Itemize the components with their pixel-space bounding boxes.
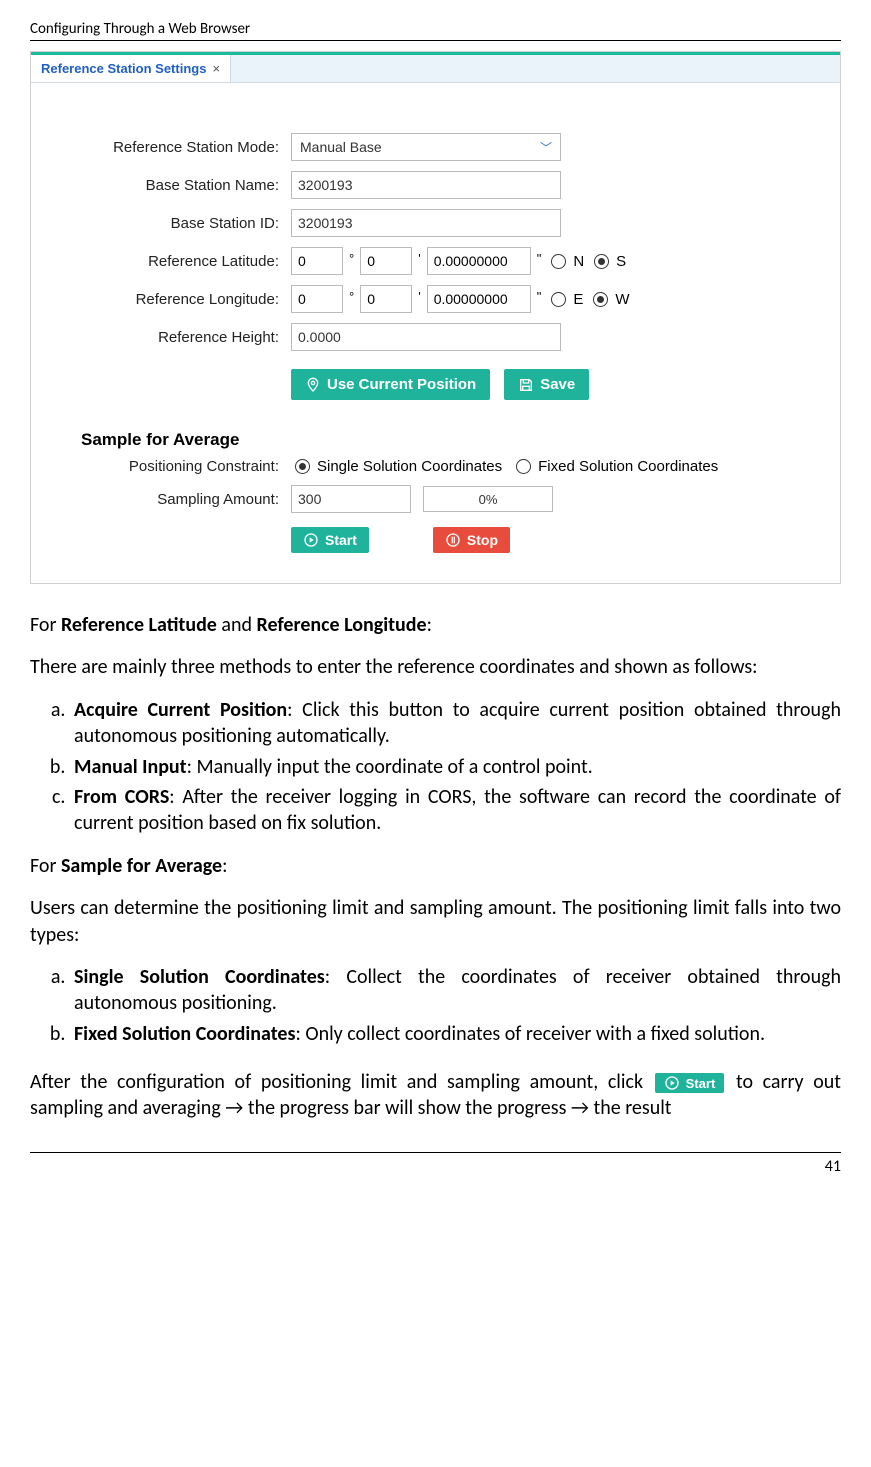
radio-n[interactable]: [551, 254, 566, 269]
lat-group: ° ' " N S: [291, 247, 628, 275]
page-header: Configuring Through a Web Browser: [30, 20, 841, 41]
input-id[interactable]: [291, 209, 561, 237]
lat-deg[interactable]: [291, 247, 343, 275]
label-fixed: Fixed Solution Coordinates: [538, 458, 718, 475]
save-button[interactable]: Save: [504, 369, 589, 400]
input-amount[interactable]: [291, 485, 411, 513]
tab-reference-station[interactable]: Reference Station Settings ×: [31, 55, 231, 82]
chevron-down-icon: ﹀: [540, 139, 552, 156]
radio-w[interactable]: [593, 292, 608, 307]
para-limit-types: Users can determine the positioning limi…: [30, 895, 841, 948]
label-id: Base Station ID:: [81, 215, 291, 232]
label-constraint: Positioning Constraint:: [81, 458, 291, 475]
close-icon[interactable]: ×: [212, 61, 220, 76]
list-item: From CORS: After the receiver logging in…: [70, 784, 841, 837]
lat-min[interactable]: [360, 247, 412, 275]
para-ref-latlon: For Reference Latitude and Reference Lon…: [30, 612, 841, 638]
stop-icon: [445, 532, 461, 548]
label-amount: Sampling Amount:: [81, 491, 291, 508]
deg-symbol: °: [349, 251, 354, 266]
lat-sec[interactable]: [427, 247, 531, 275]
radio-single[interactable]: [295, 459, 310, 474]
start-button[interactable]: Start: [291, 527, 369, 553]
btn-label: Start: [325, 532, 357, 548]
list-item: Fixed Solution Coordinates: Only collect…: [70, 1021, 841, 1047]
list-item: Single Solution Coordinates: Collect the…: [70, 964, 841, 1017]
para-after-config: After the configuration of positioning l…: [30, 1069, 841, 1122]
sec-symbol: ": [537, 251, 542, 266]
label-name: Base Station Name:: [81, 177, 291, 194]
button-row-1: Use Current Position Save: [291, 369, 810, 400]
constraint-group: Single Solution Coordinates Fixed Soluti…: [291, 458, 720, 475]
tab-label: Reference Station Settings: [41, 61, 206, 76]
label-height: Reference Height:: [81, 329, 291, 346]
para-three-methods: There are mainly three methods to enter …: [30, 654, 841, 680]
types-list: Single Solution Coordinates: Collect the…: [70, 964, 841, 1047]
para-sample-avg: For Sample for Average:: [30, 853, 841, 879]
save-icon: [518, 377, 534, 393]
btn-label: Save: [540, 376, 575, 393]
stop-button[interactable]: Stop: [433, 527, 510, 553]
input-height[interactable]: [291, 323, 561, 351]
label-s: S: [616, 253, 626, 270]
config-screenshot: Reference Station Settings × Reference S…: [30, 51, 841, 584]
progress-bar: 0%: [423, 486, 553, 512]
input-name[interactable]: [291, 171, 561, 199]
form-area: Reference Station Mode: Manual Base ﹀ Ba…: [31, 83, 840, 583]
use-current-position-button[interactable]: Use Current Position: [291, 369, 490, 400]
radio-fixed[interactable]: [516, 459, 531, 474]
lon-deg[interactable]: [291, 285, 343, 313]
button-row-2: Start Stop: [291, 527, 810, 553]
methods-list: Acquire Current Position: Click this but…: [70, 697, 841, 837]
label-lon: Reference Longitude:: [81, 291, 291, 308]
label-n: N: [573, 253, 584, 270]
min-symbol: ': [418, 289, 420, 304]
radio-s[interactable]: [594, 254, 609, 269]
label-e: E: [573, 291, 583, 308]
sample-heading: Sample for Average: [81, 430, 810, 450]
inline-start-button[interactable]: Start: [655, 1073, 725, 1093]
lon-sec[interactable]: [427, 285, 531, 313]
list-item: Acquire Current Position: Click this but…: [70, 697, 841, 750]
play-icon: [664, 1075, 680, 1091]
list-item: Manual Input: Manually input the coordin…: [70, 754, 841, 780]
select-mode[interactable]: Manual Base ﹀: [291, 133, 561, 161]
sec-symbol: ": [537, 289, 542, 304]
radio-e[interactable]: [551, 292, 566, 307]
label-lat: Reference Latitude:: [81, 253, 291, 270]
page-number: 41: [30, 1152, 841, 1176]
label-w: W: [615, 291, 629, 308]
deg-symbol: °: [349, 289, 354, 304]
label-single: Single Solution Coordinates: [317, 458, 502, 475]
btn-label: Use Current Position: [327, 376, 476, 393]
lon-group: ° ' " E W: [291, 285, 632, 313]
tabs-bar: Reference Station Settings ×: [31, 55, 840, 83]
play-icon: [303, 532, 319, 548]
select-value: Manual Base: [300, 139, 382, 155]
lon-min[interactable]: [360, 285, 412, 313]
btn-label: Stop: [467, 532, 498, 548]
btn-label: Start: [686, 1076, 716, 1091]
pin-icon: [305, 377, 321, 393]
min-symbol: ': [418, 251, 420, 266]
label-mode: Reference Station Mode:: [81, 139, 291, 156]
